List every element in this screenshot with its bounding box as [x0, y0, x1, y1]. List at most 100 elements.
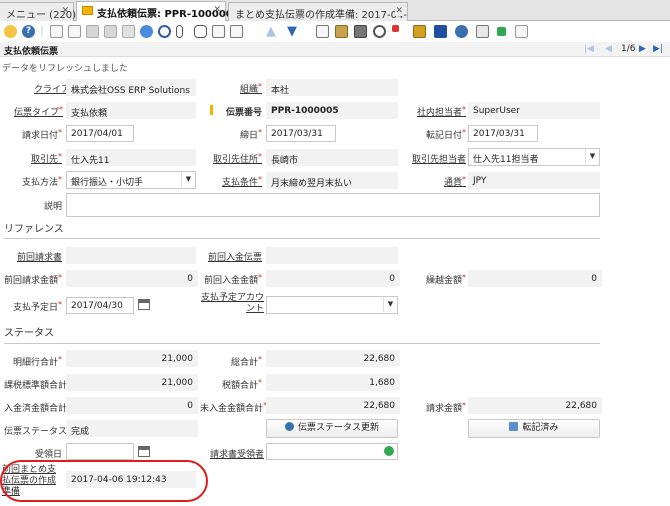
chevron-down-icon[interactable]: ▼: [585, 149, 599, 164]
report-icon[interactable]: [316, 25, 329, 38]
reference-section-title[interactable]: リファレンス: [4, 220, 64, 235]
copy-record-icon[interactable]: [68, 25, 81, 38]
invoiceamt-field: 22,680: [468, 397, 602, 414]
posted-button[interactable]: 転記済み: [468, 419, 600, 438]
payscheduleaccount-label[interactable]: 支払予定アカウント: [198, 293, 264, 315]
tab-payment-request[interactable]: 支払依頼伝票: PPR-1000005 ✕: [76, 1, 240, 22]
divider: [4, 238, 600, 239]
chevron-down-icon[interactable]: ▼: [383, 297, 397, 312]
status-section-title[interactable]: ステータス: [4, 324, 54, 339]
salesrep-label[interactable]: 社内担当者*: [412, 105, 466, 118]
invoicereceiver-label[interactable]: 請求書受領者: [200, 447, 264, 460]
receivedtotal-field: 0: [66, 397, 198, 414]
payscheduleaccount-select[interactable]: ▼: [266, 296, 398, 314]
client-field: 株式会社OSS ERP Solutions: [66, 79, 196, 96]
attachment-icon[interactable]: [176, 25, 183, 38]
bpcontact-select[interactable]: 仕入先11担当者 ▼: [468, 148, 600, 166]
unpaidtotal-label: 未入金金額合計*: [200, 401, 267, 414]
chat-icon[interactable]: [194, 25, 207, 38]
prevpaymentamt-label-text: 前回入金金額: [203, 276, 258, 286]
close-icon[interactable]: ✕: [395, 6, 403, 16]
history-icon[interactable]: [212, 25, 225, 38]
help-icon[interactable]: ?: [22, 25, 35, 38]
invoicereceiver-input[interactable]: [266, 443, 398, 460]
currency-field: JPY: [468, 172, 600, 189]
bpcontact-label[interactable]: 取引先担当者: [400, 152, 466, 165]
acctdate-label: 転記日付*: [412, 128, 466, 141]
down-arrow-icon[interactable]: ▼: [287, 25, 300, 38]
archive-icon[interactable]: [335, 25, 348, 38]
invoiceamt-label: 請求金額*: [412, 401, 466, 414]
find-icon[interactable]: [158, 25, 171, 38]
bpartner-field: 仕入先11: [66, 149, 196, 166]
close-icon[interactable]: ✕: [213, 5, 221, 15]
zoom-across-icon[interactable]: [373, 25, 386, 38]
new-record-icon[interactable]: [50, 25, 63, 38]
required-mark: *: [462, 273, 466, 282]
previnvoice-label[interactable]: 前回請求書: [4, 250, 62, 263]
grid-toggle-icon[interactable]: [230, 25, 243, 38]
delete-icon[interactable]: [122, 25, 135, 38]
payterm-label-text: 支払条件: [221, 178, 258, 188]
payrule-select[interactable]: 銀行振込・小切手 ▼: [66, 171, 196, 189]
currency-label[interactable]: 通貨*: [420, 175, 466, 188]
first-record-icon[interactable]: |◀: [584, 44, 594, 54]
calendar-icon[interactable]: [138, 299, 150, 310]
salesrep-field: SuperUser: [468, 102, 600, 119]
close-icon[interactable]: ✕: [61, 6, 69, 16]
doctype-label-text: 伝票タイプ: [14, 108, 60, 118]
docstatus-field: 完成: [66, 420, 198, 437]
product-info-icon[interactable]: [413, 25, 426, 38]
previnvoice-field: [66, 247, 196, 264]
doctype-label[interactable]: 伝票タイプ*: [14, 105, 63, 118]
bplocation-label[interactable]: 取引先住所*: [200, 152, 262, 165]
carryover-label-text: 繰越金額: [425, 276, 462, 286]
bpartner-label[interactable]: 取引先*: [14, 152, 62, 165]
chart-icon: [509, 422, 519, 431]
payrule-label-text: 支払方法: [21, 178, 58, 188]
prevpaymentamt-label: 前回入金金額*: [200, 273, 262, 286]
export-icon[interactable]: [476, 25, 489, 38]
closedate-input[interactable]: 2017/03/31: [266, 125, 336, 142]
refresh-icon[interactable]: [140, 25, 153, 38]
record-counter: 1/6: [621, 44, 636, 54]
customize-icon[interactable]: [515, 25, 528, 38]
client-label[interactable]: クライアント*: [34, 82, 92, 95]
process-icon[interactable]: [434, 25, 447, 38]
org-label[interactable]: 組織*: [218, 82, 262, 95]
search-icon[interactable]: [384, 446, 394, 456]
toolbar: ? | ▲ ▼: [0, 21, 670, 42]
receiveddate-input[interactable]: [66, 443, 134, 460]
next-record-icon[interactable]: ▶: [639, 44, 646, 54]
docno-marker: [210, 105, 213, 115]
chevron-down-icon[interactable]: ▼: [181, 172, 195, 187]
receiveddate-label: 受領日: [34, 450, 62, 460]
tab-menu[interactable]: メニュー (220) ✕: [0, 2, 76, 21]
save-icon[interactable]: [86, 25, 99, 38]
prev-record-icon[interactable]: ◀: [605, 44, 612, 54]
payterm-label[interactable]: 支払条件*: [218, 175, 262, 188]
invoicedate-input[interactable]: 2017/04/01: [66, 125, 134, 142]
unpaidtotal-field: 22,680: [266, 397, 400, 414]
last-record-icon[interactable]: ▶|: [653, 44, 663, 54]
description-input[interactable]: [66, 193, 600, 217]
up-arrow-icon[interactable]: ▲: [266, 25, 279, 38]
undo-icon[interactable]: [4, 25, 17, 38]
back-icon[interactable]: [497, 27, 506, 36]
prevpayment-label[interactable]: 前回入金伝票: [200, 250, 262, 263]
update-doc-status-label: 伝票ステータス更新: [297, 423, 379, 433]
request-icon[interactable]: [392, 25, 399, 32]
settings-icon[interactable]: [455, 25, 468, 38]
posted-label: 転記済み: [522, 423, 559, 433]
update-doc-status-button[interactable]: 伝票ステータス更新: [266, 419, 398, 438]
tab-consolidated-prep[interactable]: まとめ支払伝票の作成準備: 2017-04-06 21...✕: [228, 2, 408, 21]
currency-label-text: 通貨: [443, 178, 462, 188]
required-mark: *: [258, 378, 262, 387]
bpcontact-label-text: 取引先担当者: [411, 155, 466, 165]
print-icon[interactable]: [354, 25, 367, 38]
save-new-icon[interactable]: [104, 25, 117, 38]
invoicedate-label-text: 請求日付: [21, 131, 58, 141]
acctdate-input[interactable]: 2017/03/31: [468, 125, 538, 142]
calendar-icon[interactable]: [138, 446, 150, 457]
payscheduledate-input[interactable]: 2017/04/30: [66, 297, 134, 314]
